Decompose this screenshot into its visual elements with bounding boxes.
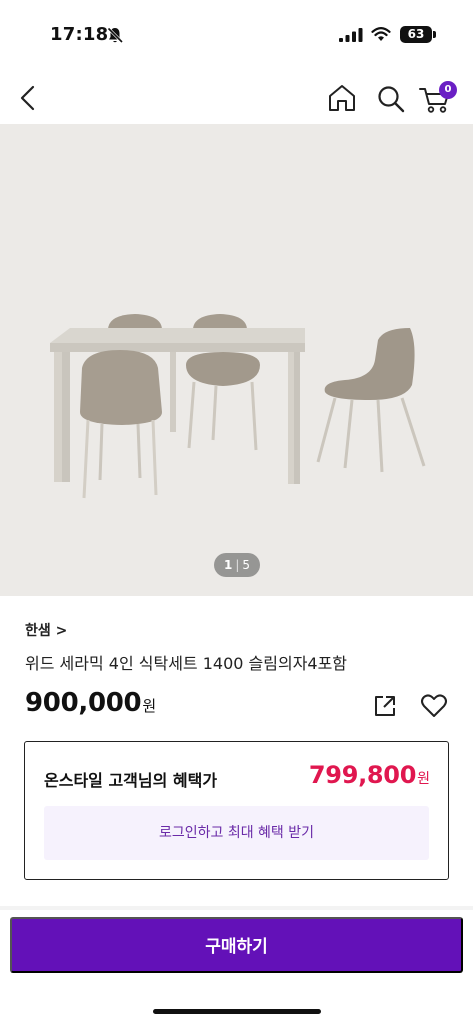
image-counter: 1 | 5 <box>214 553 260 577</box>
home-indicator <box>153 1009 321 1014</box>
bottom-divider <box>0 906 473 910</box>
top-nav: 0 <box>0 72 473 124</box>
image-counter-total: 5 <box>242 558 251 572</box>
benefit-price: 799,800원 <box>309 761 430 789</box>
product-photo <box>50 314 426 499</box>
status-time: 17:18 <box>50 24 109 45</box>
signal-icon <box>339 28 363 42</box>
benefit-box: 온스타일 고객님의 혜택가 799,800원 로그인하고 최대 혜택 받기 <box>24 741 449 880</box>
home-icon[interactable] <box>327 84 357 112</box>
battery-icon: 63 <box>400 26 436 43</box>
price-currency: 원 <box>142 697 157 715</box>
product-name: 위드 세라믹 4인 식탁세트 1400 슬림의자4포함 <box>25 654 348 673</box>
login-benefit-button[interactable]: 로그인하고 최대 혜택 받기 <box>44 806 429 860</box>
buy-button[interactable]: 구매하기 <box>10 917 463 973</box>
brand-link[interactable]: 한샘 > <box>25 620 67 640</box>
benefit-price-currency: 원 <box>417 771 430 787</box>
product-image[interactable] <box>0 124 473 596</box>
benefit-price-value: 799,800 <box>308 761 417 789</box>
share-icon[interactable] <box>372 693 398 719</box>
wifi-icon <box>371 27 391 41</box>
product-price: 900,000 <box>25 688 142 718</box>
image-counter-current: 1 <box>223 558 233 572</box>
search-icon[interactable] <box>376 84 406 114</box>
cart-count-badge: 0 <box>439 81 457 99</box>
bell-slash-icon <box>107 27 124 44</box>
back-icon[interactable] <box>14 82 42 114</box>
image-counter-separator: | <box>235 558 240 572</box>
status-bar: 17:18 63 <box>0 0 473 64</box>
benefit-label: 온스타일 고객님의 혜택가 <box>44 771 218 790</box>
price-row: 900,000원 <box>25 688 156 724</box>
heart-icon[interactable] <box>420 693 448 719</box>
